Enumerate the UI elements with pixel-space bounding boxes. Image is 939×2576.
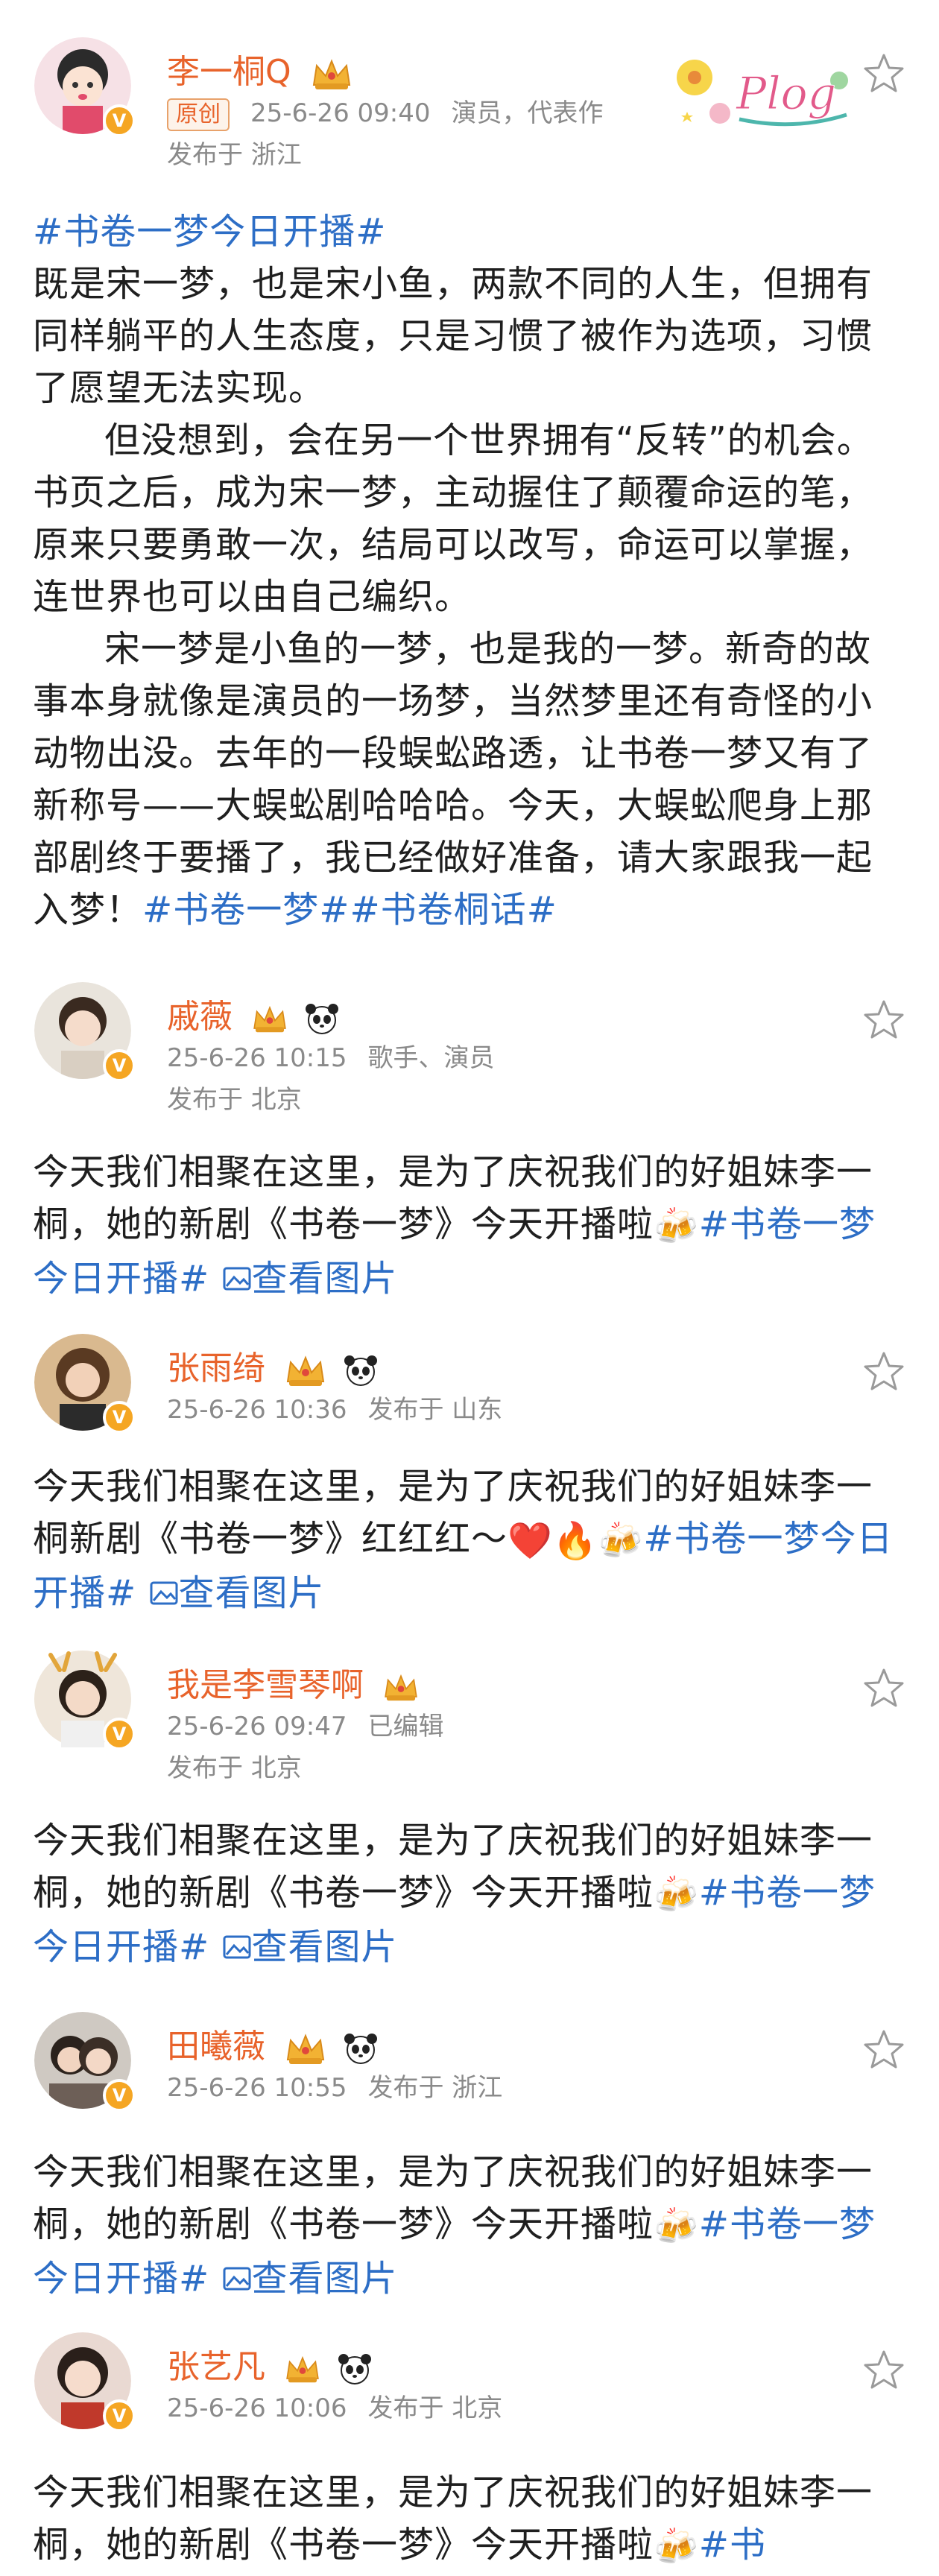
post-location: 发布于 浙江	[167, 140, 302, 170]
plog-sticker: Plog	[677, 60, 848, 127]
verified-badge-icon: V	[103, 1049, 136, 1082]
verified-badge-icon: V	[103, 104, 136, 137]
beer-cheers-icon: 🍻	[654, 2206, 699, 2247]
comment-body: 今天我们相聚在这里，是为了庆祝我们的好姐妹李一桐，她的新剧《书卷一梦》今天开播啦…	[33, 1146, 906, 1305]
post-source[interactable]: 演员，代表作	[452, 98, 604, 128]
panda-icon	[344, 2034, 377, 2064]
beer-cheers-icon: 🍻	[598, 1520, 644, 1562]
verified-badge-icon: V	[103, 1718, 136, 1750]
comment-time: 25-6-26 10:36	[167, 1395, 347, 1425]
username-text[interactable]: 张艺凡	[167, 2348, 265, 2386]
view-image-link[interactable]: 查看图片	[149, 1572, 325, 1614]
comment-extra: 已编辑	[367, 1712, 444, 1741]
comment-meta: 25-6-26 10:55 发布于 浙江	[167, 2067, 523, 2104]
image-icon	[223, 1267, 250, 1291]
paragraph-1: 既是宋一梦，也是宋小鱼，两款不同的人生，但拥有同样躺平的人生态度，只是习惯了被作…	[33, 263, 873, 409]
panda-icon	[306, 1004, 338, 1034]
original-badge: 原创	[167, 98, 230, 131]
username[interactable]: 田曦薇	[167, 2019, 379, 2067]
favorite-star-icon[interactable]	[863, 2349, 905, 2390]
comment-meta: 25-6-26 10:06 发布于 北京	[167, 2387, 523, 2424]
crown-icon	[385, 1674, 417, 1701]
favorite-star-icon[interactable]	[863, 52, 905, 94]
view-image-link[interactable]: 查看图片	[222, 1258, 398, 1300]
plog-text: Plog	[736, 68, 836, 120]
beer-cheers-icon: 🍻	[654, 1874, 699, 1916]
username-text[interactable]: 张雨绮	[167, 1349, 265, 1387]
hashtag-link[interactable]: #书	[699, 2524, 766, 2566]
beer-cheers-icon: 🍻	[654, 2526, 699, 2568]
post-meta: 原创 25-6-26 09:40 演员，代表作	[167, 92, 625, 131]
main-post-body: #书卷一梦今日开播# 既是宋一梦，也是宋小鱼，两款不同的人生，但拥有同样躺平的人…	[33, 206, 906, 936]
weibo-feed: V 李一桐Q 原创 25-6-26 09:40 演员，代表作 发布于 浙江 Plog…	[0, 0, 939, 2576]
comment-meta: 25-6-26 09:47 已编辑	[167, 1706, 465, 1742]
verified-badge-icon: V	[103, 1401, 136, 1434]
comment-extra: 歌手、演员	[367, 1043, 495, 1073]
view-image-text[interactable]: 查看图片	[179, 1572, 325, 1614]
username[interactable]: 我是李雪琴啊	[167, 1658, 420, 1706]
username-text[interactable]: 田曦薇	[167, 2028, 265, 2066]
username[interactable]: 张雨绮	[167, 1341, 379, 1389]
image-icon	[223, 1935, 250, 1959]
paragraph-2: 但没想到，会在另一个世界拥有“反转”的机会。书页之后，成为宋一梦，主动握住了颠覆…	[33, 420, 873, 618]
comment-meta: 25-6-26 10:15 歌手、演员	[167, 1037, 516, 1074]
username-text[interactable]: 李一桐Q	[167, 53, 291, 91]
verified-badge-icon: V	[103, 2399, 136, 2432]
crown-icon	[286, 2355, 319, 2383]
view-image-link[interactable]: 查看图片	[222, 1926, 398, 1968]
post-time: 25-6-26 09:40	[250, 98, 431, 128]
favorite-star-icon[interactable]	[863, 999, 905, 1040]
comment-location: 发布于 北京	[367, 2393, 503, 2423]
username-text[interactable]: 戚薇	[167, 998, 233, 1036]
hashtag-link[interactable]: #书卷一梦今日开播#	[33, 211, 386, 253]
favorite-star-icon[interactable]	[863, 1667, 905, 1709]
username[interactable]: 李一桐Q	[167, 45, 354, 92]
comment-meta: 25-6-26 10:36 发布于 山东	[167, 1389, 523, 1425]
crown-icon	[312, 59, 350, 89]
comment-location: 发布于 北京	[167, 1085, 302, 1115]
view-image-text[interactable]: 查看图片	[252, 1258, 398, 1300]
comment-location: 发布于 北京	[167, 1753, 302, 1783]
username-text[interactable]: 我是李雪琴啊	[167, 1666, 364, 1704]
crown-icon	[286, 1355, 325, 1386]
crown-icon	[253, 1005, 286, 1033]
comment-time: 25-6-26 10:15	[167, 1043, 347, 1073]
beer-cheers-icon: 🍻	[654, 1206, 699, 1247]
username[interactable]: 张艺凡	[167, 2340, 373, 2387]
crown-icon	[286, 2034, 325, 2064]
comment-time: 25-6-26 10:55	[167, 2073, 347, 2103]
view-image-text[interactable]: 查看图片	[252, 2258, 398, 2300]
image-icon	[150, 1581, 177, 1605]
verified-badge-icon: V	[103, 2079, 136, 2112]
comment-body: 今天我们相聚在这里，是为了庆祝我们的好姐妹李一桐，她的新剧《书卷一梦》今天开播啦…	[33, 2146, 906, 2305]
favorite-star-icon[interactable]	[863, 1350, 905, 1392]
paragraph-3: 宋一梦是小鱼的一梦，也是我的一梦。新奇的故事本身就像是演员的一场梦，当然梦里还有…	[33, 628, 873, 931]
view-image-text[interactable]: 查看图片	[252, 1926, 398, 1968]
comment-body: 今天我们相聚在这里，是为了庆祝我们的好姐妹李一桐，她的新剧《书卷一梦》今天开播啦…	[33, 1814, 906, 1973]
panda-icon	[338, 2354, 371, 2384]
hashtag-link[interactable]: #书卷一梦##书卷桐话#	[142, 889, 557, 931]
panda-icon	[344, 1355, 377, 1386]
comment-location: 发布于 山东	[367, 1395, 503, 1425]
comment-body: 今天我们相聚在这里，是为了庆祝我们的好姐妹李一桐，她的新剧《书卷一梦》今天开播啦…	[33, 2466, 906, 2573]
view-image-link[interactable]: 查看图片	[222, 2258, 398, 2300]
favorite-star-icon[interactable]	[863, 2028, 905, 2070]
comment-time: 25-6-26 10:06	[167, 2393, 347, 2423]
comment-location: 发布于 浙江	[367, 2073, 503, 2103]
fire-icon: 🔥	[552, 1520, 598, 1562]
username[interactable]: 戚薇	[167, 990, 340, 1037]
comment-time: 25-6-26 09:47	[167, 1712, 347, 1741]
image-icon	[223, 2267, 250, 2291]
heart-icon: ❤️	[508, 1520, 553, 1562]
comment-body: 今天我们相聚在这里，是为了庆祝我们的好姐妹李一桐新剧《书卷一梦》红红红～❤️🔥🍻…	[33, 1461, 906, 1619]
